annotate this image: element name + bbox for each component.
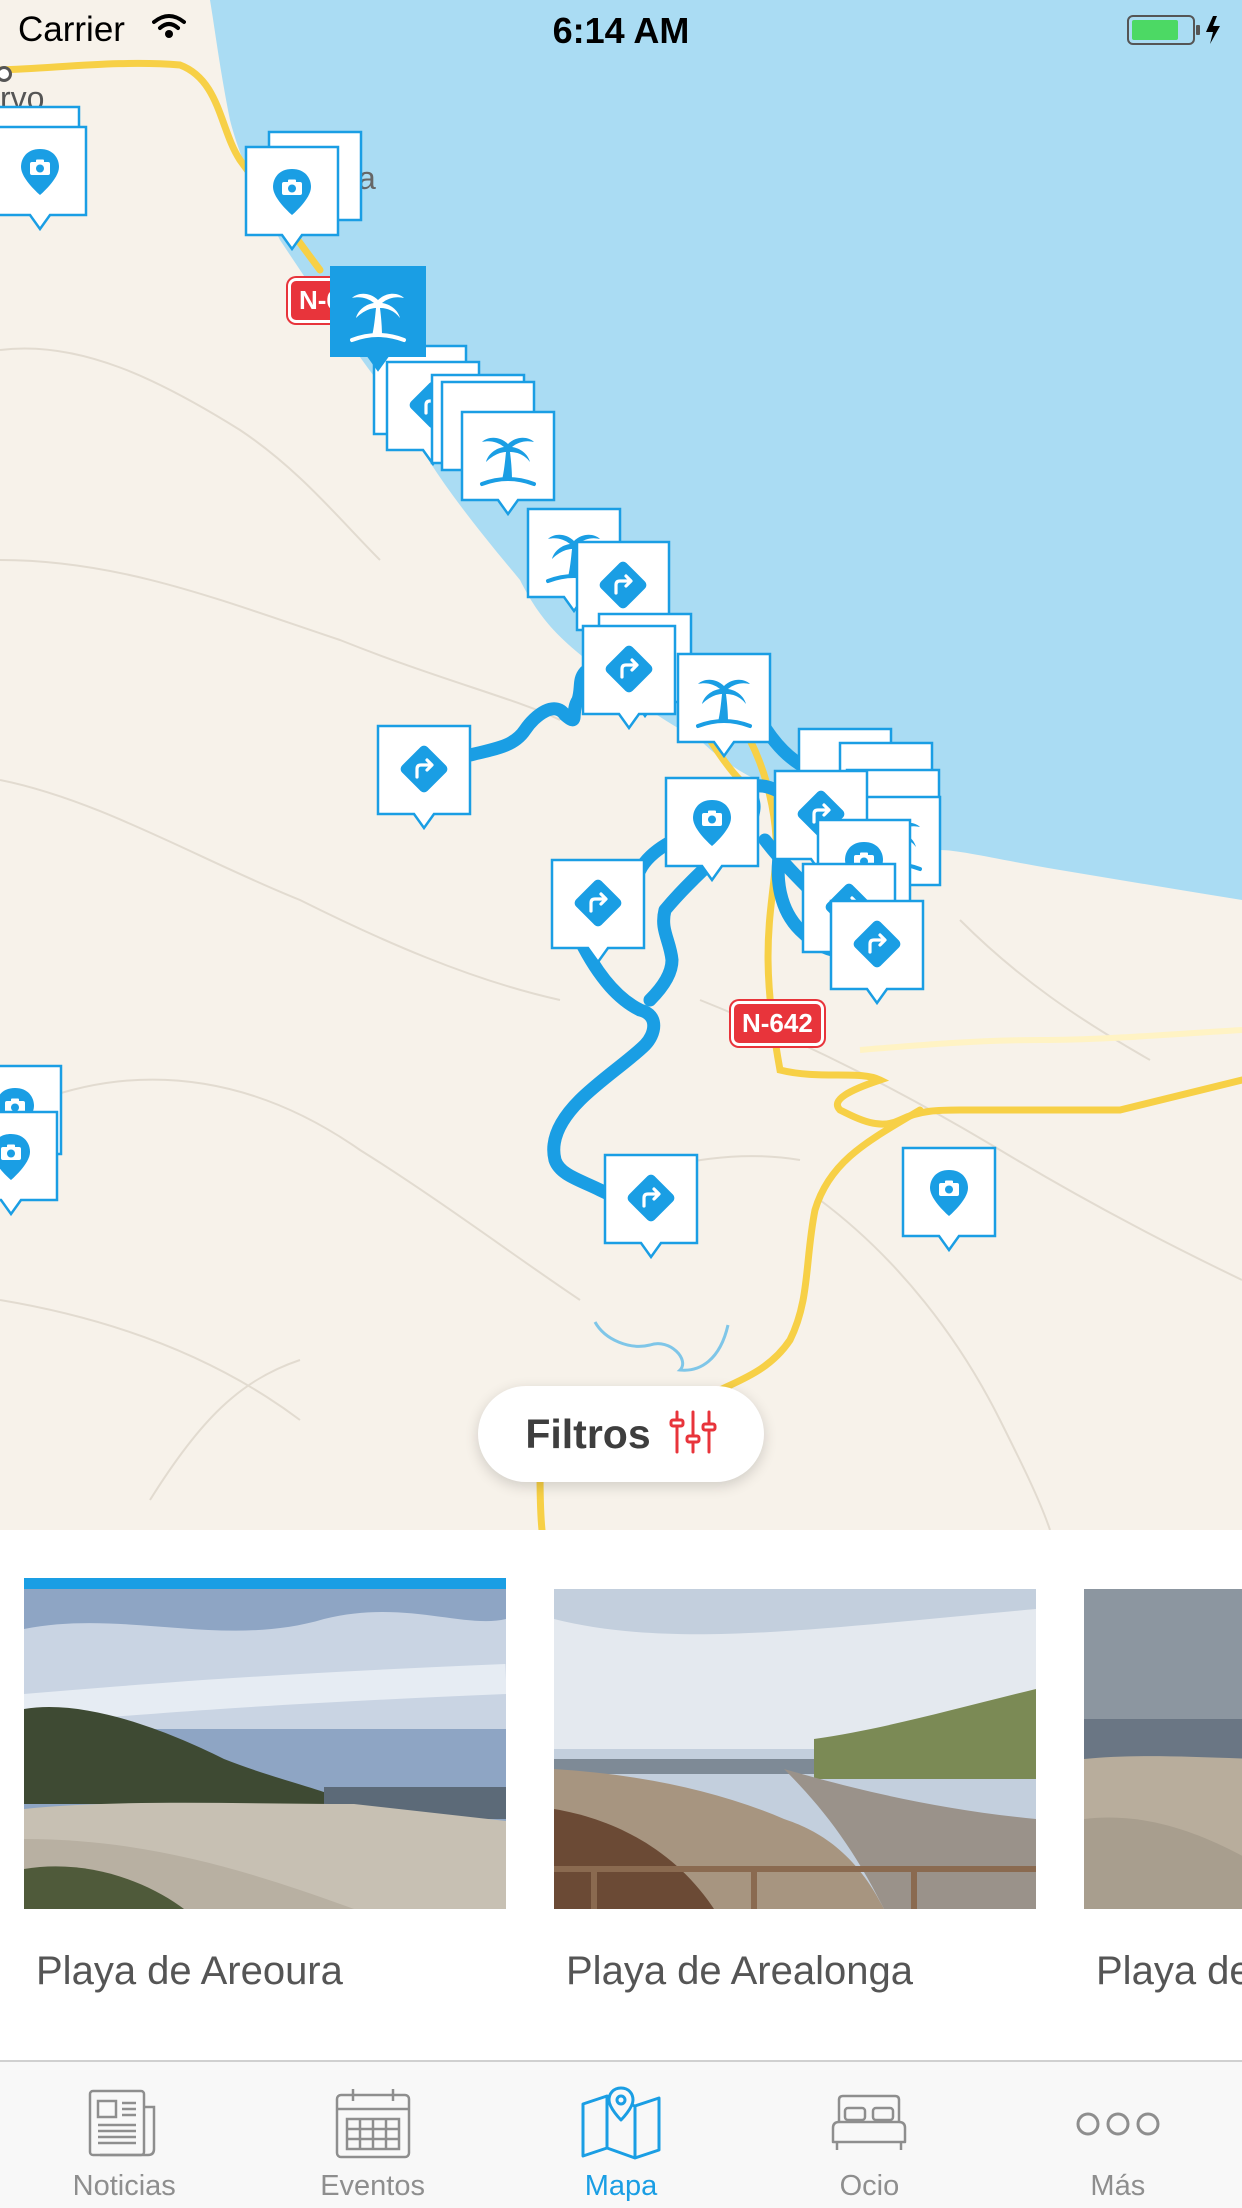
pin-route[interactable] (581, 624, 677, 732)
selected-indicator (24, 1578, 506, 1589)
pin-camera[interactable] (664, 776, 760, 884)
more-dots-icon (1073, 2084, 1163, 2164)
tab-noticias[interactable]: Noticias (0, 2062, 248, 2208)
place-card[interactable]: Playa de Arealonga (554, 1578, 1036, 1994)
place-photo[interactable] (554, 1589, 1036, 1909)
sliders-icon (669, 1408, 717, 1461)
place-card[interactable]: Playa de (1084, 1578, 1242, 1994)
tab-label: Más (1090, 2170, 1146, 2202)
pin-beach-selected[interactable] (330, 266, 426, 374)
tab-eventos[interactable]: Eventos (248, 2062, 496, 2208)
newspaper-icon (84, 2084, 164, 2164)
pin-route[interactable] (376, 724, 472, 832)
map-base (0, 0, 1242, 1530)
tab-label: Mapa (584, 2170, 658, 2202)
place-photo[interactable] (1084, 1589, 1242, 1909)
pin-camera[interactable] (901, 1146, 997, 1254)
map-pin-icon (579, 2084, 663, 2164)
pin-beach[interactable] (460, 410, 556, 518)
filters-label: Filtros (525, 1410, 651, 1457)
river (593, 1321, 730, 1372)
tab-label: Noticias (72, 2170, 176, 2202)
place-photo[interactable] (24, 1589, 506, 1909)
status-bar: Carrier 6:14 AM (0, 0, 1242, 60)
tab-mapa[interactable]: Mapa (497, 2062, 745, 2208)
pin-camera[interactable] (0, 125, 88, 233)
bed-icon (829, 2084, 909, 2164)
pin-route[interactable] (829, 899, 925, 1007)
status-time: 6:14 AM (552, 10, 690, 51)
place-card[interactable]: Playa de Areoura (24, 1578, 506, 1994)
pin-route[interactable] (603, 1153, 699, 1261)
map-view[interactable]: N-6 N-642 a rvo (0, 0, 1242, 1530)
places-carousel[interactable]: Playa de Areoura Playa de Arealonga Play… (0, 1530, 1242, 2060)
tab-ocio[interactable]: Ocio (745, 2062, 993, 2208)
pin-camera[interactable] (0, 1110, 59, 1218)
tab-label: Eventos (320, 2170, 425, 2202)
secondary-road (859, 1027, 1242, 1053)
tab-bar: Noticias Eventos Mapa Ocio Más (0, 2060, 1242, 2208)
battery-icon (1127, 14, 1227, 51)
selected-indicator (554, 1578, 1036, 1589)
filters-button[interactable]: Filtros (478, 1386, 764, 1482)
tab-label: Ocio (839, 2170, 900, 2202)
place-title: Playa de (1096, 1949, 1242, 1993)
pin-camera[interactable] (244, 145, 340, 253)
tab-mas[interactable]: Más (994, 2062, 1242, 2208)
road-badge-n642: N-642 (731, 1001, 824, 1046)
calendar-icon (333, 2084, 413, 2164)
selected-indicator (1084, 1578, 1242, 1589)
place-title: Playa de Arealonga (566, 1949, 913, 1993)
place-title: Playa de Areoura (36, 1949, 343, 1993)
pin-beach[interactable] (676, 652, 772, 760)
pin-route[interactable] (550, 858, 646, 966)
